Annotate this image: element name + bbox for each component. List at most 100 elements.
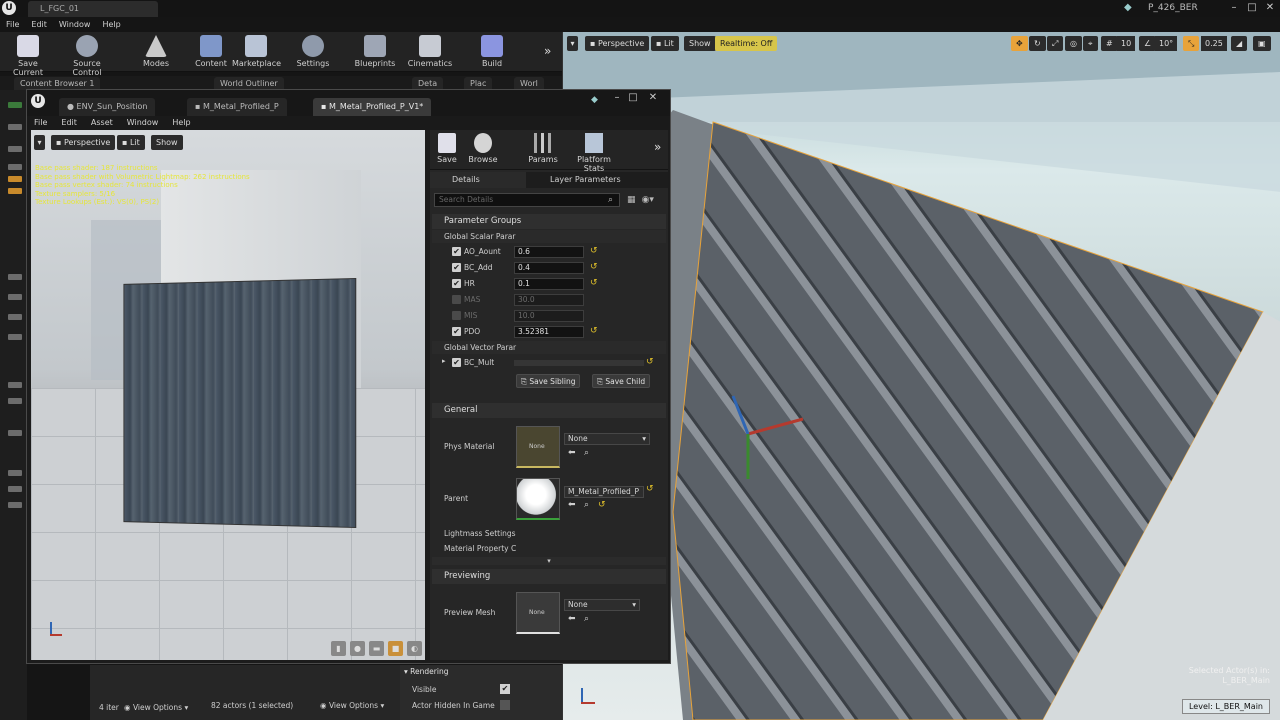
build-button[interactable]: Build bbox=[474, 35, 510, 71]
tab-env-sun-position[interactable]: ● ENV_Sun_Position bbox=[59, 98, 156, 116]
preview-cylinder-icon[interactable]: ▮ bbox=[331, 641, 346, 656]
menu-window[interactable]: Window bbox=[53, 17, 97, 32]
preview-cube-icon[interactable]: ■ bbox=[388, 641, 403, 656]
material-preview-viewport[interactable]: Base pass shader: 187 instructions Base … bbox=[31, 130, 425, 660]
close-icon[interactable]: ✕ bbox=[1262, 2, 1278, 14]
tree-item[interactable] bbox=[8, 502, 22, 508]
actor-hidden-checkbox[interactable] bbox=[500, 700, 510, 710]
view-options-button-1[interactable]: ◉ View Options ▾ bbox=[124, 703, 188, 712]
maximize-icon[interactable]: □ bbox=[1244, 2, 1260, 14]
use-selected-icon[interactable]: ⬅ bbox=[568, 448, 576, 458]
toolbar-overflow-icon[interactable]: » bbox=[654, 140, 661, 154]
preview-sphere-icon[interactable]: ● bbox=[350, 641, 365, 656]
menu-file[interactable]: File bbox=[27, 116, 54, 130]
browse-asset-icon[interactable]: ⌕ bbox=[584, 614, 589, 624]
add-new-icon[interactable] bbox=[8, 102, 22, 108]
tree-item[interactable] bbox=[8, 486, 22, 492]
tree-item[interactable] bbox=[8, 382, 22, 388]
perspective-button[interactable]: ▪ Perspective bbox=[585, 36, 650, 51]
reset-icon[interactable]: ↺ bbox=[598, 500, 606, 510]
settings-button[interactable]: Settings bbox=[294, 35, 332, 71]
tab-details[interactable]: Details bbox=[430, 172, 526, 188]
bc-mult-checkbox[interactable]: ✔ bbox=[452, 358, 461, 367]
pdo-checkbox[interactable]: ✔ bbox=[452, 327, 461, 336]
ao-aount-checkbox[interactable]: ✔ bbox=[452, 247, 461, 256]
global-vector-header[interactable]: Global Vector Parar bbox=[432, 341, 666, 354]
notification-icon[interactable]: ◆ bbox=[591, 95, 598, 105]
hr-field[interactable]: 0.1 bbox=[514, 278, 584, 290]
tab-m-metal-profiled[interactable]: ▪ M_Metal_Profiled_P bbox=[187, 98, 287, 116]
surface-snap-icon[interactable]: ⌖ bbox=[1083, 36, 1098, 51]
rotation-snap-icon[interactable]: ∠ bbox=[1139, 36, 1157, 51]
back-icon[interactable] bbox=[8, 124, 22, 130]
rotation-snap-value[interactable]: 10° bbox=[1155, 36, 1178, 51]
view-options-icon[interactable]: ◉▾ bbox=[642, 195, 654, 205]
grid-snap-icon[interactable]: # bbox=[1101, 36, 1118, 51]
property-matrix-icon[interactable]: ▦ bbox=[627, 195, 636, 205]
preview-mesh-dropdown[interactable]: None ▾ bbox=[564, 599, 640, 611]
scale-snap-value[interactable]: 0.25 bbox=[1201, 36, 1227, 51]
bc-mult-color-swatch[interactable] bbox=[514, 360, 644, 366]
use-selected-icon[interactable]: ⬅ bbox=[568, 500, 576, 510]
preview-teapot-icon[interactable]: ◐ bbox=[407, 641, 422, 656]
view-options-button-2[interactable]: ◉ View Options ▾ bbox=[320, 701, 384, 710]
source-control-button[interactable]: Source Control bbox=[58, 35, 116, 77]
preview-show-button[interactable]: Show bbox=[151, 135, 183, 150]
phys-material-dropdown[interactable]: None ▾ bbox=[564, 433, 650, 445]
preview-mesh-thumbnail[interactable]: None bbox=[516, 592, 560, 634]
tab-m-metal-profiled-v1[interactable]: ▪ M_Metal_Profiled_P_V1* bbox=[313, 98, 432, 116]
tree-item[interactable] bbox=[8, 334, 22, 340]
bc-add-checkbox[interactable]: ✔ bbox=[452, 263, 461, 272]
reset-icon[interactable]: ↺ bbox=[646, 357, 654, 367]
lit-button[interactable]: ▪ Lit bbox=[651, 36, 679, 51]
folder-icon[interactable] bbox=[8, 164, 22, 170]
mas-checkbox[interactable] bbox=[452, 295, 461, 304]
reset-icon[interactable]: ↺ bbox=[590, 262, 598, 272]
parent-material-thumbnail[interactable] bbox=[516, 478, 560, 520]
save-current-button[interactable]: Save Current bbox=[4, 35, 52, 77]
ao-aount-field[interactable]: 0.6 bbox=[514, 246, 584, 258]
folder-icon[interactable] bbox=[8, 188, 22, 194]
world-local-icon[interactable]: ◎ bbox=[1065, 36, 1082, 51]
viewport-options-button[interactable]: ▾ bbox=[567, 36, 578, 51]
modes-button[interactable]: Modes bbox=[134, 35, 178, 71]
cinematics-button[interactable]: Cinematics bbox=[406, 35, 454, 71]
show-button[interactable]: Show bbox=[684, 36, 716, 51]
camera-speed-icon[interactable]: ◢ bbox=[1231, 36, 1248, 51]
menu-edit[interactable]: Edit bbox=[54, 116, 84, 130]
realtime-button[interactable]: Realtime: Off bbox=[715, 36, 778, 51]
browse-asset-icon[interactable]: ⌕ bbox=[584, 448, 589, 458]
tree-item[interactable] bbox=[8, 274, 22, 280]
grid-snap-value[interactable]: 10 bbox=[1117, 36, 1136, 51]
close-icon[interactable]: ✕ bbox=[645, 92, 661, 104]
menu-file[interactable]: File bbox=[0, 17, 25, 32]
save-child-button[interactable]: ⎘ Save Child bbox=[592, 374, 651, 388]
browse-button[interactable]: Browse bbox=[468, 133, 498, 164]
search-details-input[interactable]: Search Details bbox=[434, 193, 620, 207]
mis-field[interactable]: 10.0 bbox=[514, 310, 584, 322]
parent-material-dropdown[interactable]: M_Metal_Profiled_P bbox=[564, 486, 644, 498]
scale-snap-icon[interactable]: ⤡ bbox=[1183, 36, 1200, 51]
tree-item[interactable] bbox=[8, 294, 22, 300]
menu-edit[interactable]: Edit bbox=[25, 17, 53, 32]
params-button[interactable]: Params bbox=[528, 133, 558, 164]
mis-checkbox[interactable] bbox=[452, 311, 461, 320]
maximize-viewport-icon[interactable]: ▣ bbox=[1253, 36, 1271, 51]
visible-checkbox[interactable]: ✔ bbox=[500, 684, 510, 694]
blueprints-button[interactable]: Blueprints bbox=[352, 35, 398, 71]
expand-advanced-icon[interactable]: ▾ bbox=[432, 557, 666, 565]
reset-icon[interactable]: ↺ bbox=[590, 278, 598, 288]
reset-icon[interactable]: ↺ bbox=[646, 484, 654, 494]
notification-icon[interactable]: ◆ bbox=[1124, 2, 1132, 13]
pdo-field[interactable]: 3.52381 bbox=[514, 326, 584, 338]
tree-item[interactable] bbox=[8, 470, 22, 476]
save-button[interactable]: Save bbox=[436, 133, 458, 164]
toolbar-overflow-icon[interactable]: » bbox=[544, 44, 551, 58]
minimize-icon[interactable]: – bbox=[609, 92, 625, 104]
rotate-mode-icon[interactable]: ↻ bbox=[1029, 36, 1046, 51]
minimize-icon[interactable]: – bbox=[1226, 2, 1242, 14]
global-scalar-header[interactable]: Global Scalar Parar bbox=[432, 230, 666, 243]
menu-help[interactable]: Help bbox=[165, 116, 197, 130]
folder-icon[interactable] bbox=[8, 176, 22, 182]
previewing-header[interactable]: Previewing bbox=[432, 569, 666, 584]
